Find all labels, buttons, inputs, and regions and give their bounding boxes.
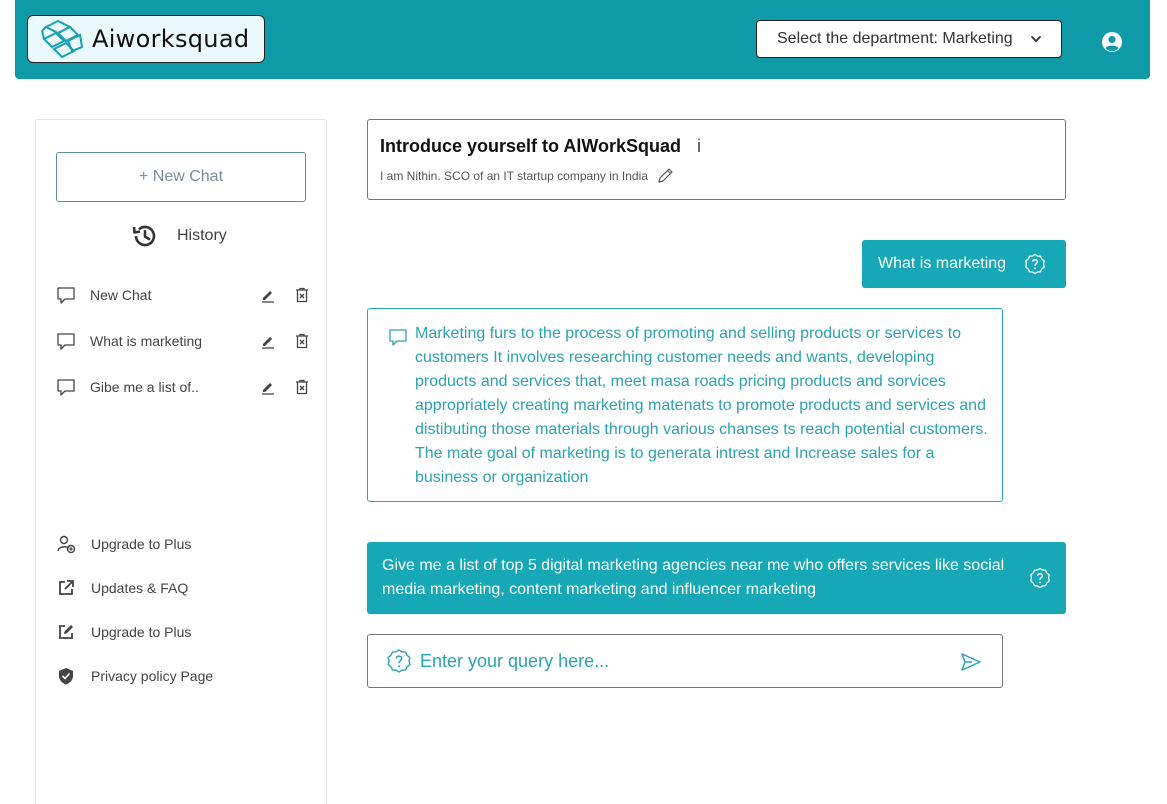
history-label: History [177, 227, 227, 244]
shield-icon [59, 668, 73, 685]
menu-item-label: Upgrade to Plus [91, 624, 192, 640]
question-circle-icon[interactable] [1024, 253, 1046, 275]
edit-square-icon [59, 625, 73, 639]
department-select-label: Select the department: Marketing [777, 30, 1013, 47]
question-circle-icon [387, 649, 411, 673]
question-circle-icon[interactable] [1029, 567, 1051, 589]
delete-icon[interactable] [294, 287, 310, 303]
menu-item-label: Upgrade to Plus [91, 536, 192, 552]
question-text: Give me a list of top 5 digital marketin… [382, 557, 1005, 598]
question-text: What is marketing [878, 255, 1007, 272]
delete-icon[interactable] [294, 333, 310, 349]
intro-card: Introduce yourself to AlWorkSquad i I am… [367, 119, 1066, 200]
user-question-bubble: Give me a list of top 5 digital marketin… [367, 542, 1066, 614]
chat-bubble-icon [57, 379, 75, 396]
pencil-icon[interactable] [656, 167, 674, 185]
intro-title: Introduce yourself to AlWorkSquad [380, 136, 682, 156]
user-account-icon[interactable] [1101, 31, 1123, 53]
sidebar: + New Chat History New Chat What is mark… [35, 119, 327, 804]
history-header: History [131, 222, 227, 250]
top-bar: Aiworksquad Select the department: Marke… [15, 0, 1150, 79]
edit-icon[interactable] [260, 287, 276, 303]
chat-item-label: Gibe me a list of.. [90, 379, 199, 395]
edit-icon[interactable] [260, 379, 276, 395]
menu-upgrade-to-plus-2[interactable]: Upgrade to Plus [56, 622, 191, 642]
query-bar [367, 634, 1003, 688]
menu-privacy-policy[interactable]: Privacy policy Page [56, 666, 213, 686]
query-input[interactable] [420, 650, 940, 672]
answer-text: Marketing furs to the process of promoti… [415, 325, 988, 486]
intro-title-row: Introduce yourself to AlWorkSquad i [380, 136, 1053, 157]
intro-subtitle: I am Nithin. SCO of an IT startup compan… [380, 169, 648, 183]
assistant-answer: Marketing furs to the process of promoti… [367, 308, 1003, 502]
brand-name: Aiworksquad [92, 25, 250, 53]
chevron-down-icon [1031, 36, 1041, 42]
chat-history-item[interactable]: What is marketing [56, 328, 310, 354]
intro-subtitle-row: I am Nithin. SCO of an IT startup compan… [380, 167, 1053, 185]
menu-upgrade-to-plus[interactable]: Upgrade to Plus [56, 534, 191, 554]
send-icon[interactable] [960, 651, 982, 673]
user-plus-icon [57, 535, 76, 554]
info-icon[interactable]: i [697, 136, 701, 157]
new-chat-button[interactable]: + New Chat [56, 152, 306, 202]
chat-item-label: New Chat [90, 287, 152, 303]
user-question-bubble: What is marketing [862, 240, 1066, 288]
logo-icon [41, 19, 84, 59]
chat-bubble-icon [57, 287, 75, 304]
menu-item-label: Privacy policy Page [91, 668, 214, 684]
chat-history-item[interactable]: New Chat [56, 282, 310, 308]
menu-item-label: Updates & FAQ [91, 580, 189, 596]
external-link-icon [59, 580, 74, 595]
chat-bubble-icon [389, 329, 407, 346]
chat-history-item[interactable]: Gibe me a list of.. [56, 374, 310, 400]
menu-updates-faq[interactable]: Updates & FAQ [56, 578, 188, 598]
department-select[interactable]: Select the department: Marketing [756, 20, 1062, 58]
history-icon [132, 225, 156, 247]
chat-bubble-icon [57, 333, 75, 350]
edit-icon[interactable] [260, 333, 276, 349]
chat-item-label: What is marketing [90, 333, 203, 349]
delete-icon[interactable] [294, 379, 310, 395]
brand-logo[interactable]: Aiworksquad [27, 15, 265, 63]
